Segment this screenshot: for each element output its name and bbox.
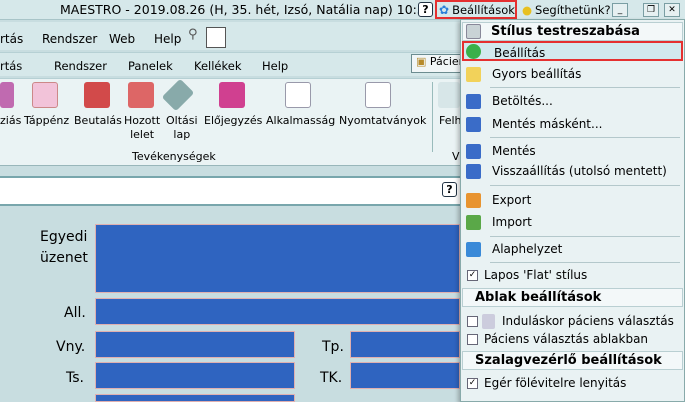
- tp-field[interactable]: [350, 331, 460, 358]
- palette-icon: [466, 24, 481, 39]
- dropdown-header-window: Ablak beállítások: [462, 288, 683, 307]
- reset-icon: [466, 242, 481, 257]
- ribbon-label-tappenz[interactable]: Táppénz: [24, 114, 69, 127]
- help-icon-secondary[interactable]: ?: [442, 182, 457, 197]
- menu2-item-help[interactable]: Help: [262, 59, 288, 73]
- separator: [490, 262, 680, 263]
- checklist-icon[interactable]: [285, 82, 311, 108]
- label-tk: TK.: [320, 370, 343, 386]
- restore-icon[interactable]: ❐: [643, 3, 659, 17]
- patient-button[interactable]: ▣ Pácien: [411, 54, 463, 73]
- export-icon: [466, 193, 481, 208]
- printer-form-icon[interactable]: [365, 82, 391, 108]
- menu-item-mentes-maskent[interactable]: Mentés másként...: [462, 114, 683, 134]
- ribbon-label-elojegyzes[interactable]: Előjegyzés: [204, 114, 262, 127]
- sick-leave-icon[interactable]: [32, 82, 58, 108]
- menu-item-beallitas[interactable]: Beállítás: [462, 41, 683, 61]
- all-field[interactable]: [95, 298, 460, 325]
- load-icon: [466, 94, 481, 109]
- separator: [490, 137, 680, 138]
- ts-field[interactable]: [95, 362, 295, 389]
- restore-save-icon: [466, 164, 481, 179]
- window-title: MAESTRO - 2019.08.26 (H, 35. hét, Izsó, …: [60, 2, 433, 17]
- lab-result-icon[interactable]: [128, 82, 154, 108]
- help-icon[interactable]: ?: [418, 2, 433, 17]
- menu2-item-panelek[interactable]: Panelek: [128, 59, 173, 73]
- secondary-menu-bar: rtás Rendszer Panelek Kellékek Help: [0, 52, 460, 76]
- settings-button[interactable]: ✿ Beállítások: [435, 0, 517, 19]
- ribbon-separator: [432, 82, 433, 152]
- ribbon-label-oltasi-lap[interactable]: Oltási lap: [166, 114, 198, 142]
- label-uzenet: üzenet: [40, 250, 88, 266]
- separator: [490, 236, 680, 237]
- calendar-icon[interactable]: [219, 82, 245, 108]
- ribbon-group-label-right: V: [452, 150, 460, 163]
- tk-field[interactable]: [350, 362, 460, 389]
- ribbon-label-hozott-lelet[interactable]: Hozott lelet: [124, 114, 160, 142]
- search-icon: ⚲: [188, 27, 198, 42]
- menu-item-export[interactable]: Export: [462, 190, 683, 210]
- folder-icon: ▣: [416, 55, 427, 68]
- ribbon-group-label: Tevékenységek: [132, 150, 216, 163]
- close-icon[interactable]: ✕: [664, 3, 680, 17]
- menu-item-startup-patient[interactable]: Induláskor páciens választás: [462, 311, 683, 331]
- document-bar: [0, 176, 460, 206]
- menu-item-mentes[interactable]: Mentés: [462, 141, 683, 161]
- menu-item-web[interactable]: Web: [109, 32, 135, 46]
- quick-settings-icon: [466, 67, 481, 82]
- menu-item-rendszer[interactable]: Rendszer: [42, 32, 97, 46]
- referral-icon[interactable]: [84, 82, 110, 108]
- menu-item-help[interactable]: Help: [154, 32, 181, 46]
- ribbon-label-beutalas[interactable]: Beutalás: [74, 114, 122, 127]
- label-egyedi: Egyedi: [40, 229, 88, 245]
- separator: [490, 87, 680, 88]
- menu2-item-kellekek[interactable]: Kellékek: [194, 59, 242, 73]
- menu2-item-tartas[interactable]: rtás: [0, 59, 22, 73]
- ribbon-label-felh[interactable]: Felh: [439, 114, 462, 127]
- lightbulb-icon: ●: [522, 3, 533, 17]
- menu-item-patient-window[interactable]: Páciens választás ablakban: [462, 329, 683, 349]
- label-tp: Tp.: [322, 339, 344, 355]
- dropdown-header-style: Stílus testreszabása: [462, 22, 683, 41]
- help-label: Segíthetünk?: [535, 3, 611, 17]
- menu-item-tartas[interactable]: rtás: [0, 32, 23, 46]
- menu-item-betoltes[interactable]: Betöltés...: [462, 91, 683, 111]
- patient-label: Pácien: [429, 55, 463, 68]
- help-button[interactable]: ● Segíthetünk?: [522, 2, 611, 18]
- menu-item-hover-expand[interactable]: Egér fölévitelre lenyitás: [462, 373, 683, 393]
- main-menu-bar: rtás Rendszer Web Help: [0, 22, 460, 50]
- ribbon-label-nyomtatvanyok[interactable]: Nyomtatványok: [339, 114, 426, 127]
- menu-item-import[interactable]: Import: [462, 212, 683, 232]
- bottom-field[interactable]: [95, 394, 295, 402]
- gear-icon: ✿: [439, 2, 450, 17]
- vny-field[interactable]: [95, 331, 295, 358]
- menu2-item-rendszer[interactable]: Rendszer: [54, 59, 107, 73]
- save-as-icon: [466, 117, 481, 132]
- user-icon[interactable]: [438, 82, 460, 108]
- save-icon: [466, 144, 481, 159]
- label-vny: Vny.: [56, 339, 86, 355]
- minimize-icon[interactable]: _: [612, 3, 628, 17]
- label-ts: Ts.: [66, 370, 84, 386]
- import-icon: [466, 215, 481, 230]
- menu-item-alaphelyzet[interactable]: Alaphelyzet: [462, 239, 683, 259]
- menu-item-gyors-beallitas[interactable]: Gyors beállítás: [462, 64, 683, 84]
- search-input[interactable]: [206, 27, 226, 48]
- dropdown-header-ribbon: Szalagvezérlő beállítások: [462, 351, 683, 370]
- ribbon-label-zias[interactable]: ziás: [0, 114, 21, 127]
- unique-message-field[interactable]: [95, 224, 460, 293]
- menu-item-visszaallitas[interactable]: Visszaállítás (utolsó mentett): [462, 161, 683, 181]
- settings-label: Beállítások: [452, 2, 515, 17]
- separator: [490, 185, 680, 186]
- settings-gear-icon: [466, 44, 481, 59]
- document-icon[interactable]: [0, 82, 14, 108]
- label-all: All.: [64, 305, 86, 321]
- menu-item-flat-style[interactable]: Lapos 'Flat' stílus: [462, 265, 683, 285]
- ribbon-label-alkalmassag[interactable]: Alkalmasság: [266, 114, 335, 127]
